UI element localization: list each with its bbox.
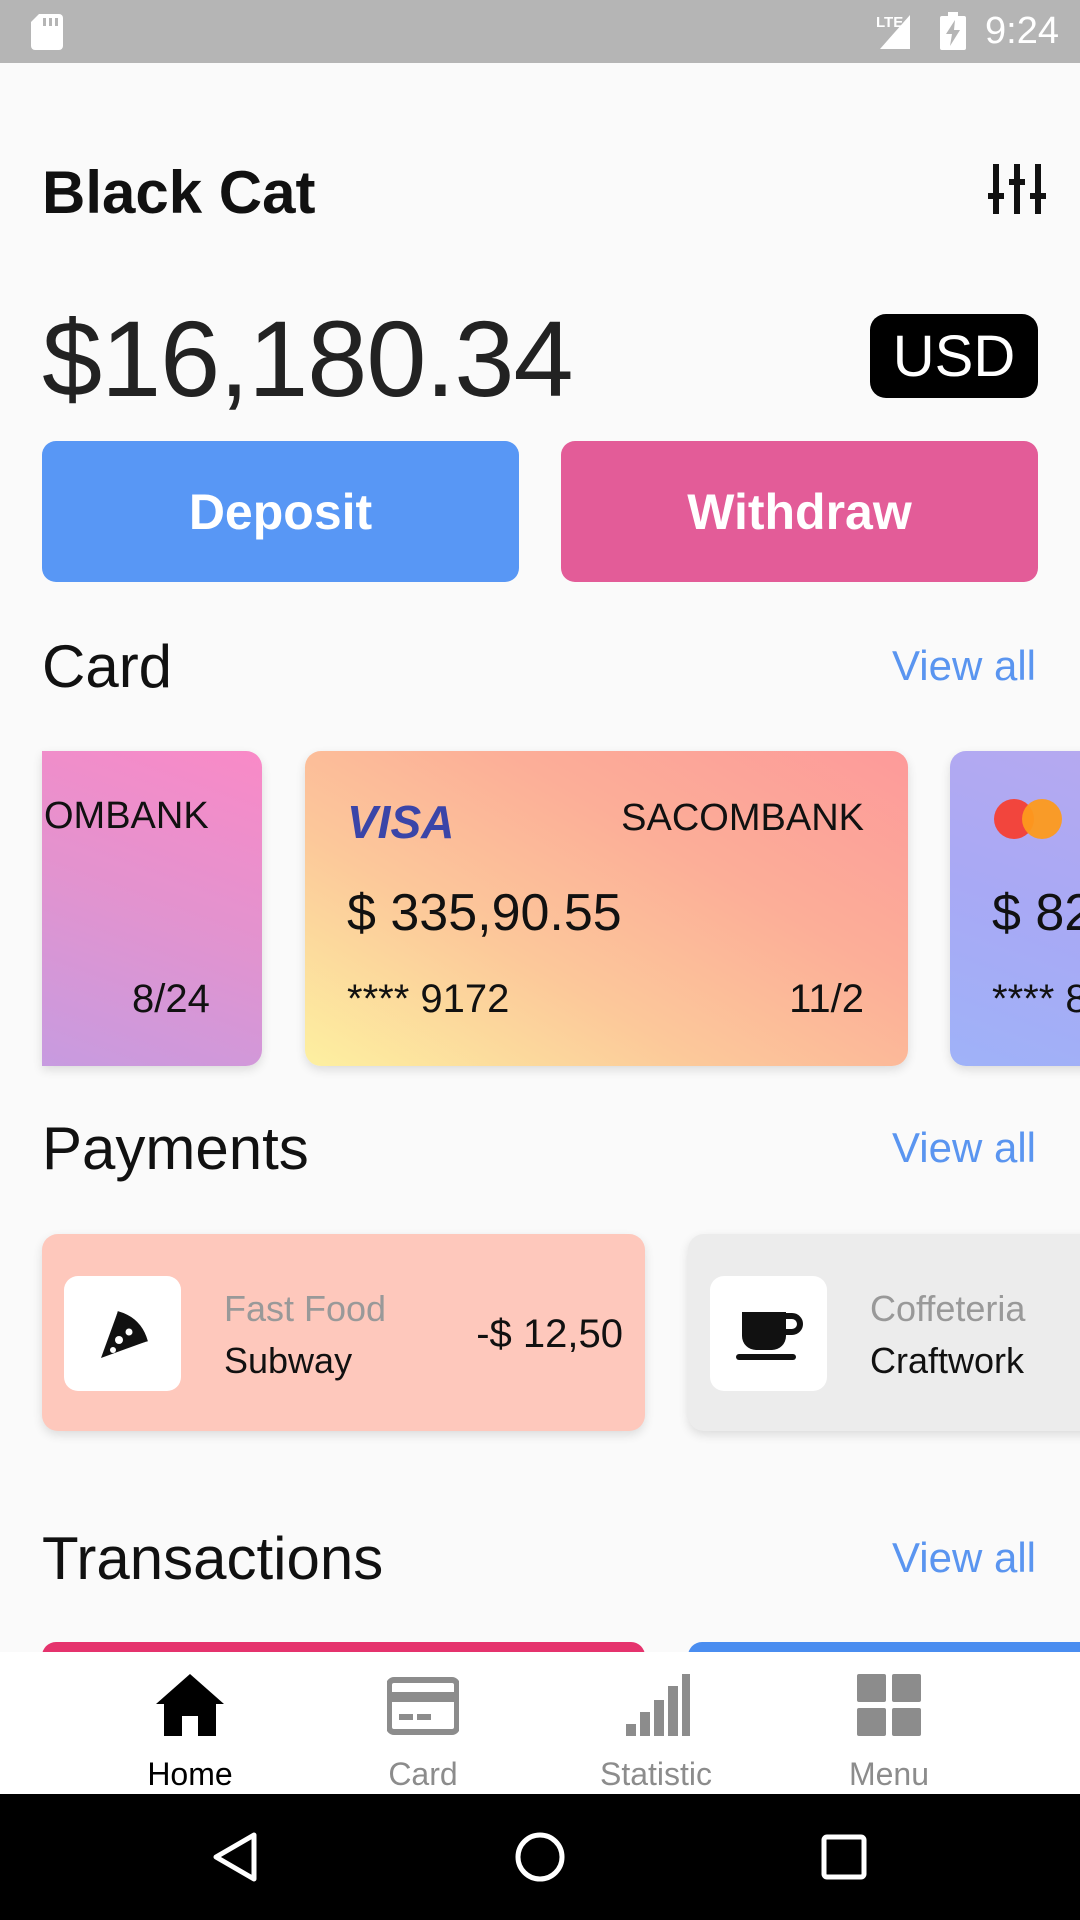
bank-card[interactable]: $ 82 **** 8 <box>950 751 1080 1066</box>
payment-merchant: Subway <box>224 1340 353 1381</box>
card-number: **** 9172 <box>347 977 510 1021</box>
nav-label: Card <box>388 1756 458 1792</box>
mastercard-icon <box>994 799 1062 839</box>
card-section-title: Card <box>42 633 173 700</box>
nav-item-menu[interactable]: Menu <box>799 1652 979 1794</box>
nav-label: Statistic <box>599 1756 713 1792</box>
payment-amount: -$ 12,50 <box>476 1312 623 1356</box>
coffee-cup-icon <box>735 1311 803 1360</box>
sliders-icon[interactable] <box>988 160 1046 218</box>
signal-icon <box>880 15 910 49</box>
bank-card[interactable]: OMBANK 8/24 <box>42 751 262 1066</box>
transactions-section-title: Transactions <box>42 1525 384 1592</box>
bank-card[interactable]: VISA SACOMBANK $ 335,90.55 **** 9172 11/… <box>305 751 908 1066</box>
nav-item-card[interactable]: Card <box>333 1652 513 1794</box>
payment-item[interactable]: Fast Food Subway -$ 12,50 <box>42 1234 645 1431</box>
transactions-view-all-link[interactable]: View all <box>892 1534 1036 1582</box>
balance-amount: $16,180.34 <box>42 298 574 419</box>
payment-icon-box <box>710 1276 827 1391</box>
visa-logo: VISA <box>347 796 455 848</box>
payment-merchant: Craftwork <box>870 1340 1025 1381</box>
clock: 9:24 <box>985 10 1059 52</box>
card-balance: $ 335,90.55 <box>347 884 622 942</box>
nav-item-statistic[interactable]: Statistic <box>566 1652 746 1794</box>
back-icon[interactable] <box>210 1831 262 1883</box>
withdraw-button[interactable]: Withdraw <box>561 441 1038 582</box>
card-view-all-link[interactable]: View all <box>892 642 1036 690</box>
card-bank-name: OMBANK <box>44 795 209 837</box>
nav-label: Menu <box>848 1756 930 1792</box>
card-expiry: 11/2 <box>789 977 864 1021</box>
card-number: **** 8 <box>992 977 1080 1021</box>
bottom-navigation: Home Card Statistic Menu <box>0 1652 1080 1794</box>
payment-category: Fast Food <box>224 1288 387 1329</box>
payment-icon-box <box>64 1276 181 1391</box>
home-circle-icon[interactable] <box>514 1831 566 1883</box>
credit-card-icon <box>387 1677 459 1735</box>
home-icon <box>156 1674 224 1736</box>
page-title: Black Cat <box>42 159 316 226</box>
card-expiry: 8/24 <box>132 977 210 1021</box>
grid-icon <box>857 1674 921 1736</box>
nav-label: Home <box>147 1756 233 1792</box>
card-balance: $ 82 <box>992 884 1080 942</box>
battery-charging-icon <box>940 12 966 50</box>
sd-card-icon <box>31 14 63 50</box>
deposit-button[interactable]: Deposit <box>42 441 519 582</box>
status-bar: LTE 9:24 <box>0 0 1080 63</box>
payments-view-all-link[interactable]: View all <box>892 1124 1036 1172</box>
payments-section-title: Payments <box>42 1115 309 1182</box>
bar-chart-icon <box>626 1674 690 1736</box>
nav-item-home[interactable]: Home <box>100 1652 280 1794</box>
card-bank-name: SACOMBANK <box>621 797 864 839</box>
pizza-icon <box>100 1310 148 1358</box>
system-navigation-bar <box>0 1794 1080 1920</box>
payment-item[interactable]: Coffeteria Craftwork <box>688 1234 1080 1431</box>
payment-category: Coffeteria <box>870 1288 1026 1329</box>
recents-icon[interactable] <box>818 1831 870 1883</box>
currency-selector[interactable]: USD <box>870 314 1038 398</box>
